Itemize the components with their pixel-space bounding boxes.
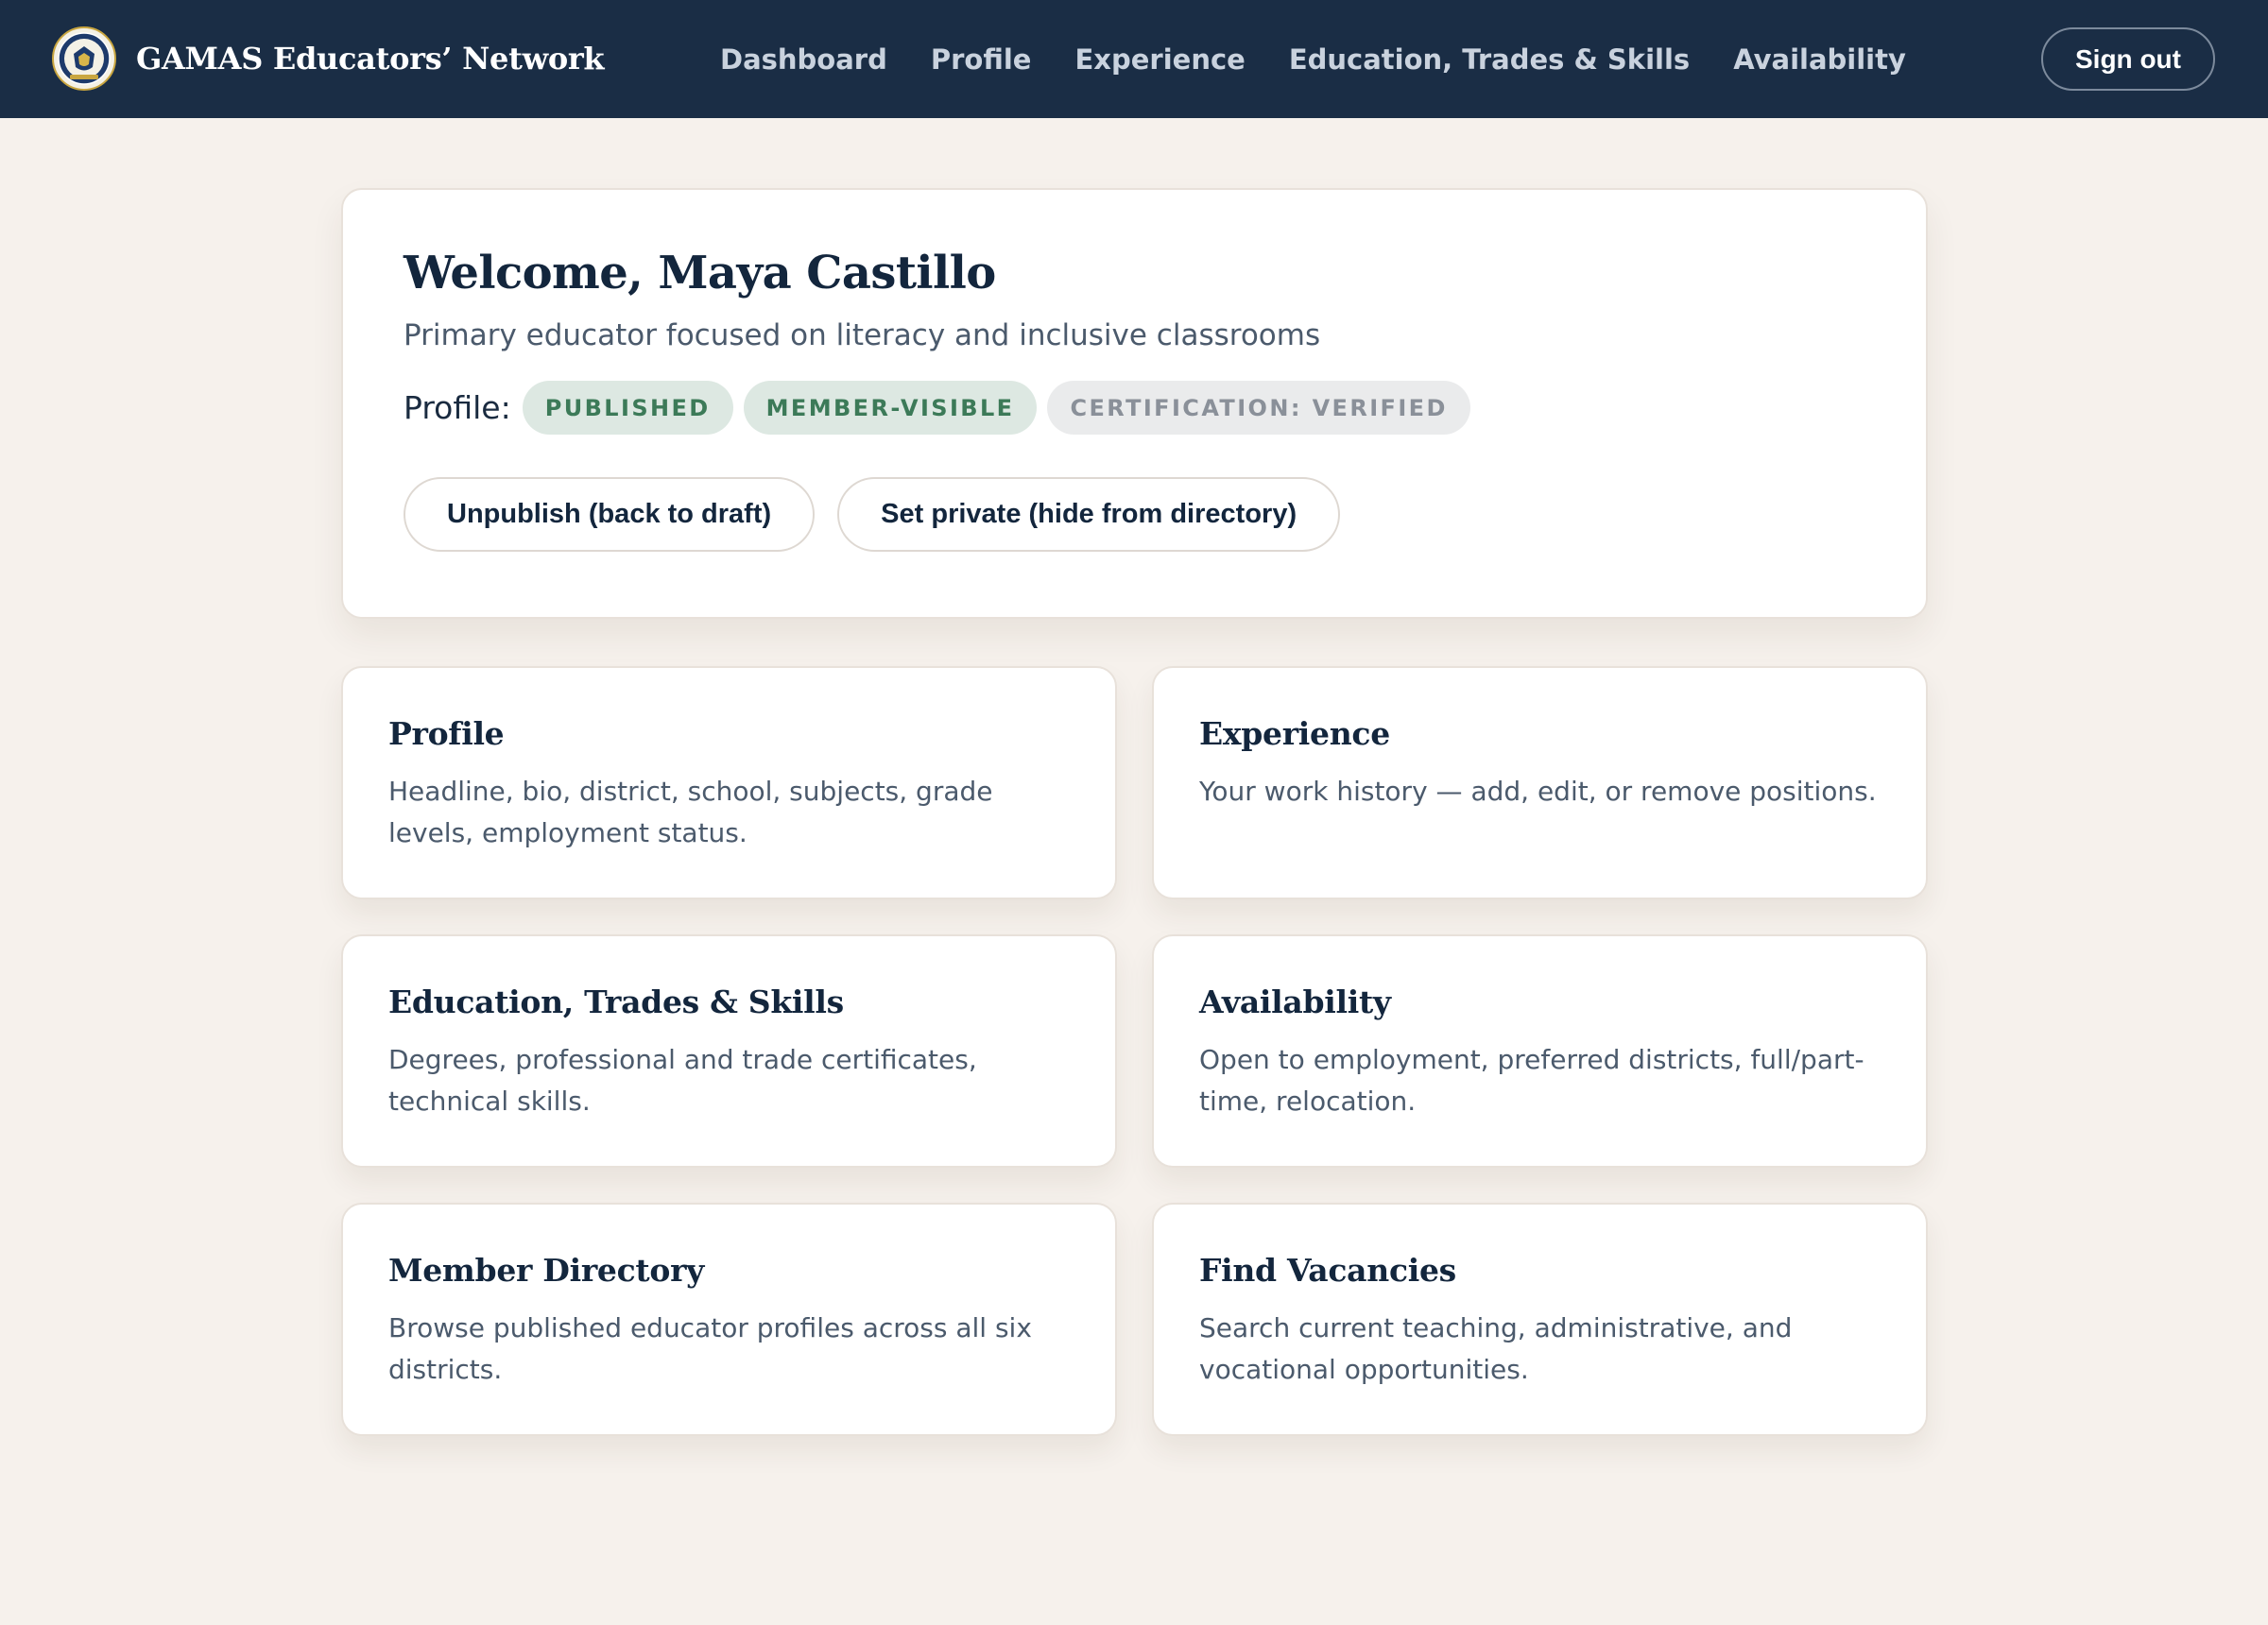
tile-member-directory[interactable]: Member Directory Browse published educat…	[341, 1203, 1117, 1436]
tile-title: Profile	[388, 715, 505, 752]
tile-description: Degrees, professional and trade certific…	[388, 1044, 977, 1117]
welcome-card: Welcome, Maya Castillo Primary educator …	[341, 188, 1928, 619]
tile-title: Availability	[1199, 984, 1391, 1020]
member-visible-badge: MEMBER-VISIBLE	[743, 381, 1038, 435]
tile-description: Your work history — add, edit, or remove…	[1199, 776, 1877, 807]
set-private-button[interactable]: Set private (hide from directory)	[837, 477, 1341, 552]
main-nav: Dashboard Profile Experience Education, …	[720, 0, 1950, 118]
top-navigation-bar: GAMAS Educators’ Network Dashboard Profi…	[0, 0, 2268, 118]
brand[interactable]: GAMAS Educators’ Network	[51, 26, 605, 92]
profile-actions: Unpublish (back to draft) Set private (h…	[404, 477, 1926, 552]
unpublish-button[interactable]: Unpublish (back to draft)	[404, 477, 816, 552]
seal-logo-icon	[52, 26, 116, 91]
nav-experience[interactable]: Experience	[1074, 43, 1245, 76]
welcome-subtitle: Primary educator focused on literacy and…	[404, 318, 1321, 352]
sign-out-button[interactable]: Sign out	[2041, 27, 2215, 91]
tile-description: Browse published educator profiles acros…	[388, 1312, 1032, 1385]
tile-description: Headline, bio, district, school, subject…	[388, 776, 993, 848]
tile-title: Find Vacancies	[1199, 1252, 1456, 1289]
tile-description: Search current teaching, administrative,…	[1199, 1312, 1793, 1385]
welcome-title: Welcome, Maya Castillo	[404, 247, 996, 299]
certification-verified-badge: CERTIFICATION: VERIFIED	[1047, 381, 1470, 435]
tile-title: Education, Trades & Skills	[388, 984, 844, 1020]
brand-name: GAMAS Educators’ Network	[136, 41, 605, 77]
tile-find-vacancies[interactable]: Find Vacancies Search current teaching, …	[1152, 1203, 1928, 1436]
nav-education-trades-skills[interactable]: Education, Trades & Skills	[1289, 43, 1690, 76]
nav-profile[interactable]: Profile	[931, 43, 1032, 76]
tile-education-trades-skills[interactable]: Education, Trades & Skills Degrees, prof…	[341, 934, 1117, 1168]
profile-status-row: Profile: PUBLISHED MEMBER-VISIBLE CERTIF…	[404, 381, 1926, 435]
tile-availability[interactable]: Availability Open to employment, preferr…	[1152, 934, 1928, 1168]
tile-title: Member Directory	[388, 1252, 705, 1289]
profile-status-label: Profile:	[404, 389, 511, 426]
tile-description: Open to employment, preferred districts,…	[1199, 1044, 1864, 1117]
tile-profile[interactable]: Profile Headline, bio, district, school,…	[341, 666, 1117, 899]
nav-dashboard[interactable]: Dashboard	[720, 43, 887, 76]
published-badge: PUBLISHED	[522, 381, 733, 435]
tile-experience[interactable]: Experience Your work history — add, edit…	[1152, 666, 1928, 899]
nav-availability[interactable]: Availability	[1733, 43, 1906, 76]
tile-title: Experience	[1199, 715, 1390, 752]
